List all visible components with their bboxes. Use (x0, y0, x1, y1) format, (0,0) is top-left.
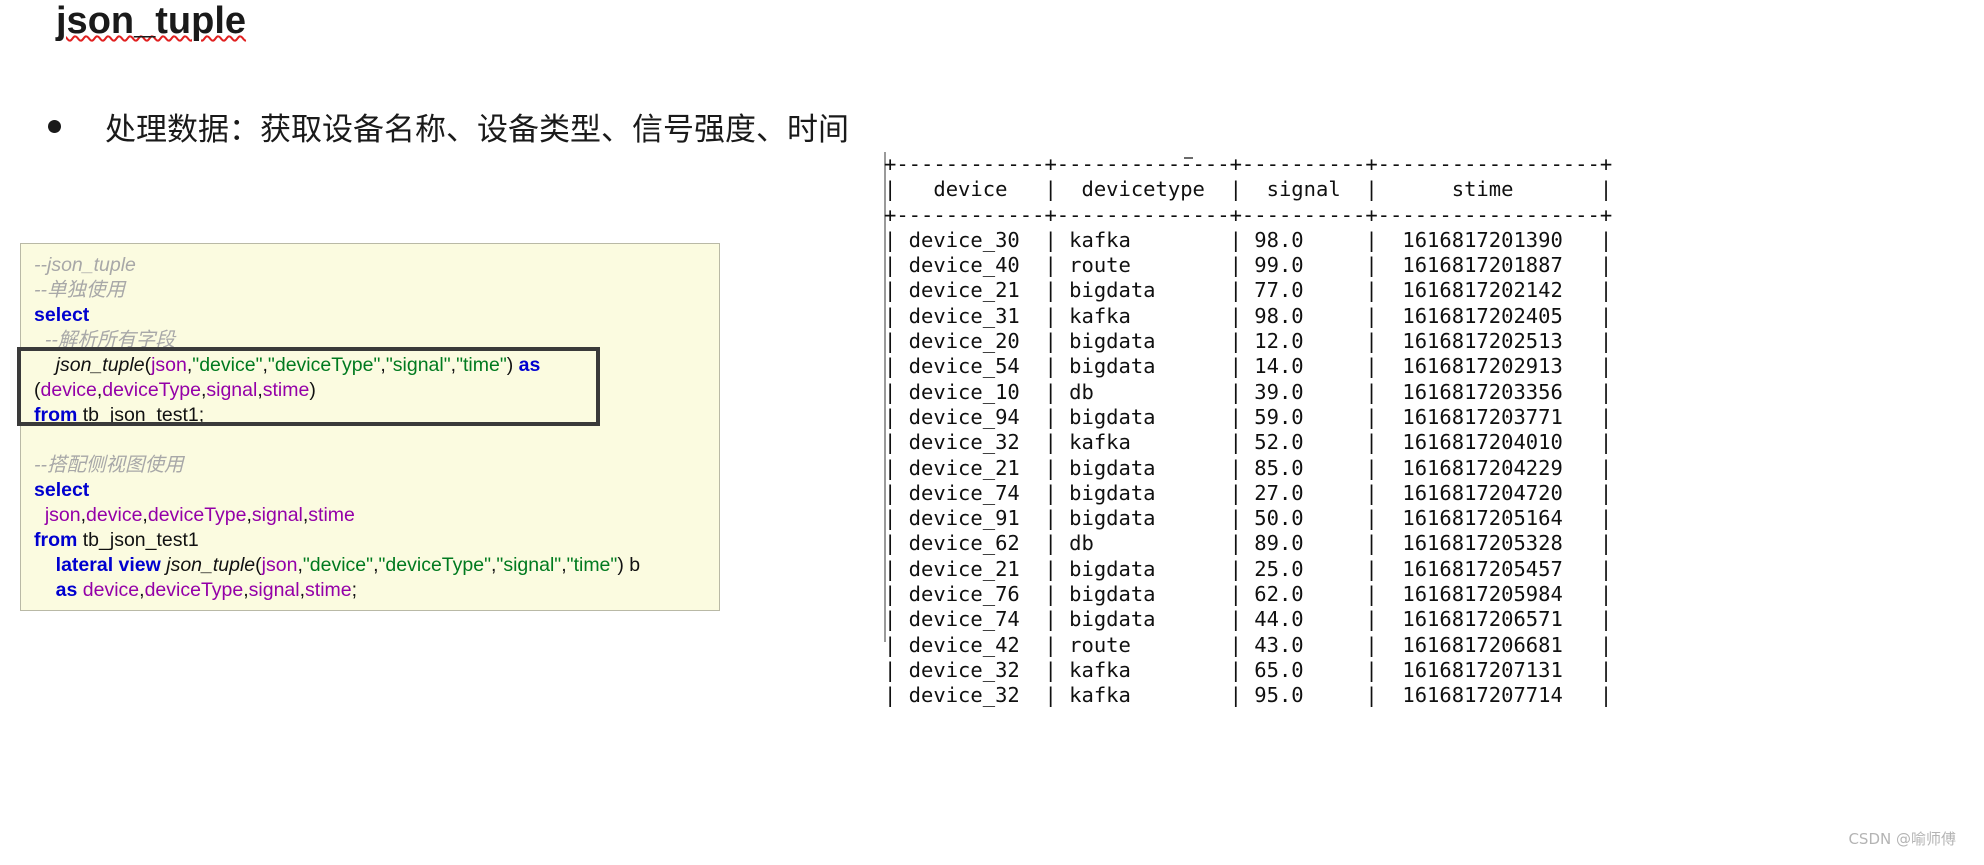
code-token-var: stime (262, 379, 310, 401)
code-line: select (21, 303, 719, 328)
code-token-cmt: --单独使用 (34, 279, 125, 301)
code-token-var: device (40, 379, 97, 401)
code-token-kw: as (518, 354, 541, 376)
code-block: --json_tuple --单独使用 select --解析所有字段 json_t… (20, 243, 720, 611)
table-row: | device_74 | bigdata | 27.0 | 161681720… (884, 480, 1613, 505)
code-line: --搭配侧视图使用 (21, 453, 719, 478)
bullet-item-label: 处理数据：获取设备名称、设备类型、信号强度、时间 (105, 112, 849, 148)
watermark: CSDN @喻师傅 (1848, 830, 1956, 848)
page-title-text: json_tuple (56, 0, 247, 42)
code-token-kw: select (34, 479, 90, 501)
table-row: | device_30 | kafka | 98.0 | 16168172013… (884, 227, 1613, 252)
code-token-var: stime (308, 504, 355, 526)
code-line: --单独使用 (21, 278, 719, 303)
code-lines: --json_tuple --单独使用 select --解析所有字段 json_t… (21, 253, 719, 603)
code-token-str: "time" (566, 554, 618, 576)
code-line: (device,deviceType,signal,stime) (21, 378, 719, 403)
code-token-cmt: --解析所有字段 (44, 329, 175, 351)
code-token-kw: lateral view (55, 554, 167, 576)
code-token-var: deviceType (144, 579, 244, 601)
code-token-var: device (82, 579, 140, 601)
table-row: | device_76 | bigdata | 62.0 | 161681720… (884, 582, 1613, 607)
table-rule: +------------+--------------+----------+… (884, 202, 1613, 227)
table-row: | device_40 | route | 99.0 | 16168172018… (884, 253, 1613, 278)
table-row: | device_32 | kafka | 65.0 | 16168172071… (884, 657, 1613, 682)
table-row: | device_31 | kafka | 98.0 | 16168172024… (884, 303, 1613, 328)
table-row: | device_32 | kafka | 95.0 | 16168172077… (884, 683, 1613, 708)
code-token-var: stime (305, 579, 352, 601)
query-result-table: +------------+--------------+----------+… (884, 152, 1612, 709)
code-line: --json_tuple (21, 253, 719, 278)
table-row: | device_21 | bigdata | 25.0 | 161681720… (884, 556, 1613, 581)
table-row: | device_94 | bigdata | 59.0 | 161681720… (884, 404, 1613, 429)
page-title: json_tuple (56, 0, 246, 43)
code-token-kw: from (34, 404, 78, 426)
code-token-var: device (86, 504, 143, 526)
code-token-fn: json_tuple (55, 354, 145, 376)
code-token-str: "deviceType" (267, 354, 381, 376)
table-row: | device_10 | db | 39.0 | 1616817203356 … (884, 379, 1613, 404)
code-token-cmt: --json_tuple (34, 254, 136, 276)
bullet-dot-icon (48, 120, 61, 133)
table-row: | device_91 | bigdata | 50.0 | 161681720… (884, 506, 1613, 531)
code-token-var: signal (206, 379, 258, 401)
code-token-pln: tb_json_test1 (77, 529, 199, 551)
table-row: | device_20 | bigdata | 12.0 | 161681720… (884, 329, 1613, 354)
table-row: | device_32 | kafka | 52.0 | 16168172040… (884, 430, 1613, 455)
code-token-str: "device" (302, 554, 374, 576)
code-line: json,device,deviceType,signal,stime (21, 503, 719, 528)
code-line: as device,deviceType,signal,stime; (21, 578, 719, 603)
table-row: | device_62 | db | 89.0 | 1616817205328 … (884, 531, 1613, 556)
code-token-var: signal (251, 504, 303, 526)
code-token-pln: tb_json_test1; (77, 404, 205, 426)
code-line: json_tuple(json,"device","deviceType","s… (21, 353, 719, 378)
code-token-var: deviceType (102, 379, 201, 401)
code-token-str: "signal" (385, 354, 451, 376)
bullet-list-item: 处理数据：获取设备名称、设备类型、信号强度、时间 (48, 104, 849, 149)
code-line: from tb_json_test1 (21, 528, 719, 553)
code-token-str: "deviceType" (378, 554, 492, 576)
code-token-pln: ) b (617, 554, 641, 576)
code-token-var: json (44, 504, 81, 526)
code-token-var: json (151, 354, 187, 376)
code-token-kw: as (55, 579, 83, 601)
code-token-var: json (261, 554, 298, 576)
code-token-cmt: --搭配侧视图使用 (34, 454, 184, 476)
code-token-str: "signal" (496, 554, 562, 576)
code-line: from tb_json_test1; (21, 403, 719, 428)
code-token-kw: from (34, 529, 78, 551)
code-line: --解析所有字段 (21, 328, 719, 353)
table-rule: +------------+--------------+----------+… (884, 152, 1613, 176)
code-token-var: signal (248, 579, 300, 601)
table-row: | device_54 | bigdata | 14.0 | 161681720… (884, 354, 1613, 379)
code-token-str: "time" (456, 354, 507, 376)
code-token-str: "device" (192, 354, 263, 376)
code-token-fn: json_tuple (166, 554, 256, 576)
code-token-var: deviceType (147, 504, 247, 526)
code-line: lateral view json_tuple(json,"device","d… (21, 553, 719, 578)
code-token-pln: ) (309, 379, 316, 401)
table-row: | device_74 | bigdata | 44.0 | 161681720… (884, 607, 1613, 632)
code-token-kw: select (34, 304, 90, 326)
table-row: | device_21 | bigdata | 85.0 | 161681720… (884, 455, 1613, 480)
code-token-pln: ; (351, 579, 358, 601)
table-header-row: | device | devicetype | signal | stime | (884, 177, 1613, 202)
code-token-pln: ) (506, 354, 519, 376)
table-row: | device_42 | route | 43.0 | 16168172066… (884, 632, 1613, 657)
table-row: | device_21 | bigdata | 77.0 | 161681720… (884, 278, 1613, 303)
code-line: select (21, 478, 719, 503)
